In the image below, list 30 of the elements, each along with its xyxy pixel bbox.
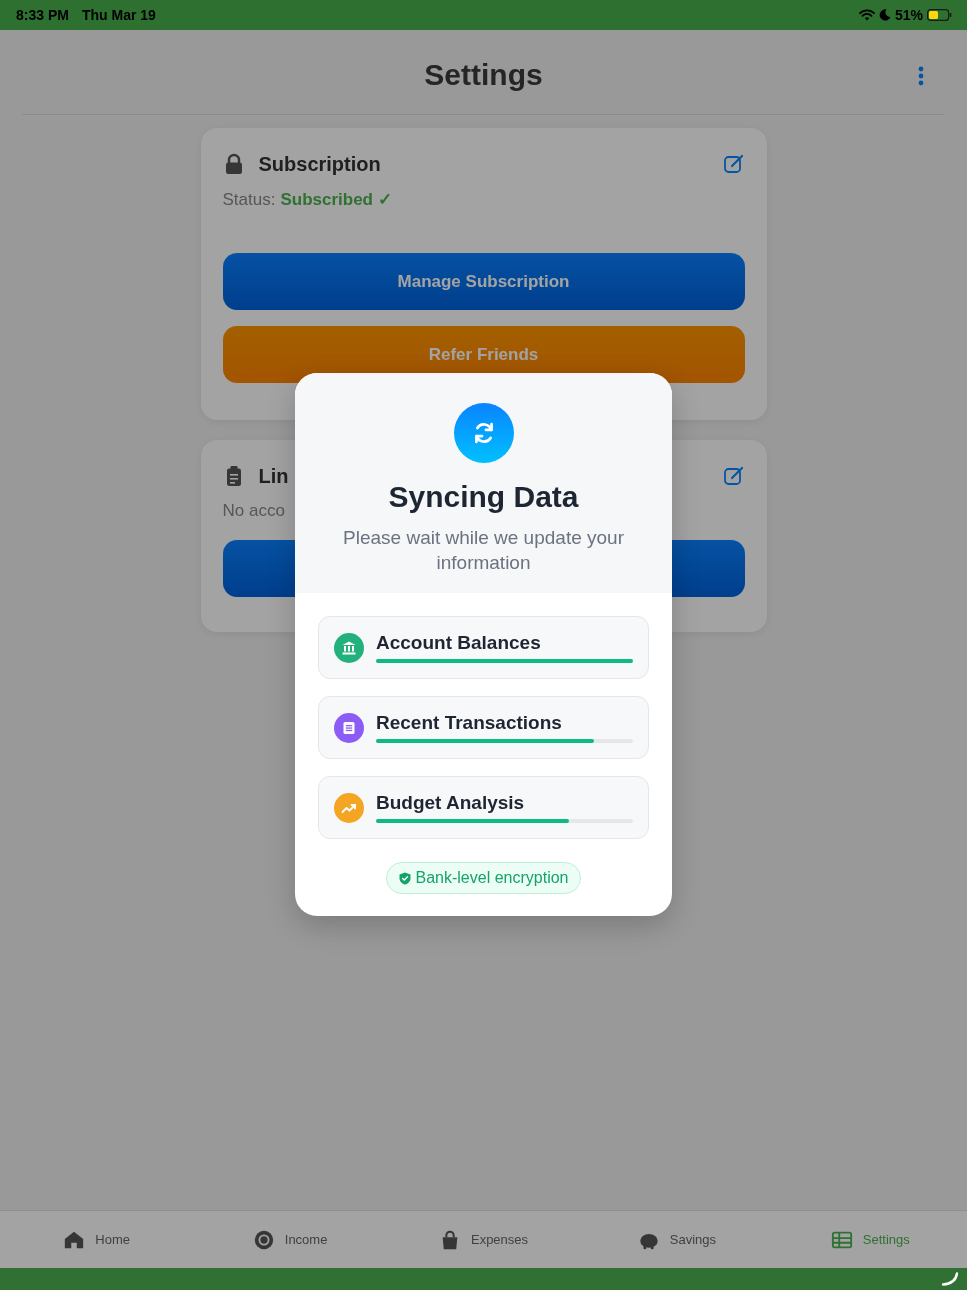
battery-percent: 51% [894,5,923,25]
status-value: Subscribed ✓ [280,190,392,209]
tab-bar-item[interactable]: Settings [773,1211,967,1268]
wifi-icon [858,9,875,21]
more-icon[interactable] [918,66,924,86]
tab-bar-item[interactable]: Expenses [386,1211,581,1268]
tab-bar-item[interactable]: Income [193,1211,387,1268]
sync-item-label: Account Balances [376,631,542,655]
shield-icon [398,871,411,885]
card-title: Subscription [258,152,381,177]
status-time: 8:33 PM [16,5,69,25]
arc-icon [941,1272,959,1286]
page-title: Settings [424,57,543,93]
card-title: Lin [258,464,289,489]
edit-icon[interactable] [722,153,745,175]
card-note: No acco [222,501,285,520]
sync-item-label: Budget Analysis [376,791,526,815]
encryption-badge: Bank-level encryption [385,862,582,894]
edit-icon[interactable] [722,465,745,487]
sync-item-label: Recent Transactions [376,711,563,735]
dialog-title: Syncing Data [388,479,579,515]
tab-bar-item[interactable]: Savings [580,1211,774,1268]
dialog-message: Please wait while we update your information [342,526,625,575]
moon-icon [878,9,891,21]
status-label: Status: [222,190,276,209]
battery-icon [927,9,952,21]
status-date: Thu Mar 19 [81,5,156,25]
action-button[interactable]: Manage Subscription [222,253,745,310]
coin-icon [252,1228,275,1251]
tab-bar-item[interactable]: Home [0,1211,194,1268]
